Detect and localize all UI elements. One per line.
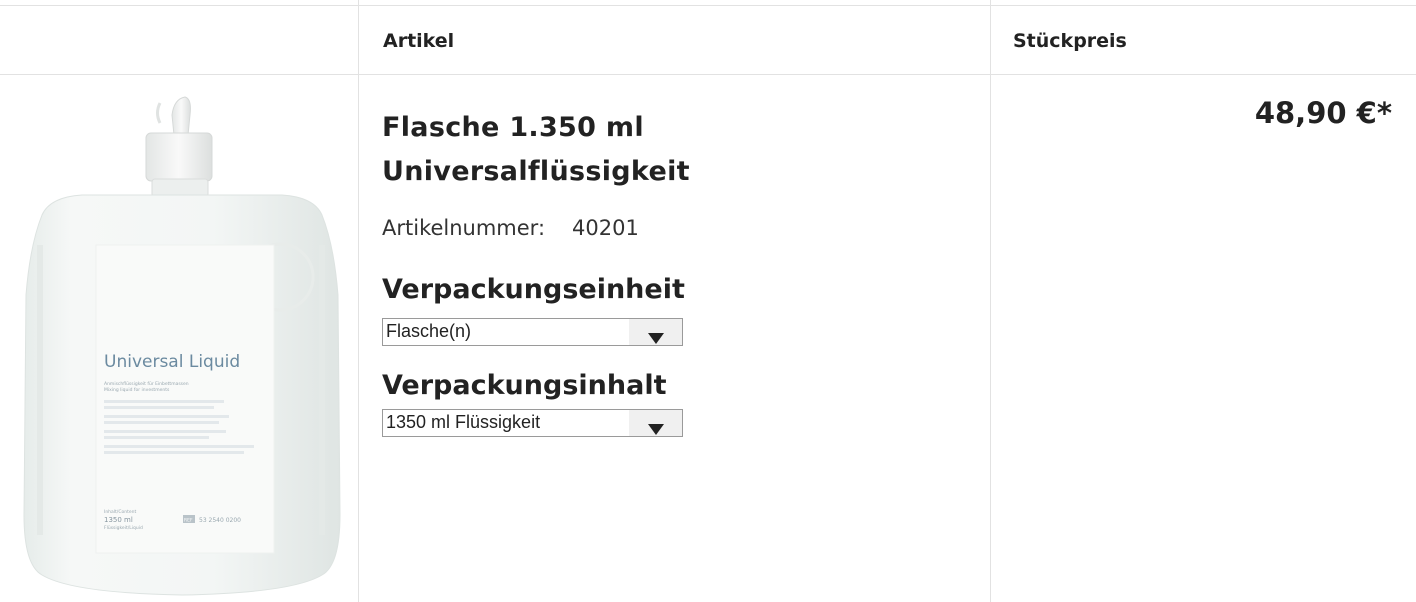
bottle-ref-badge: REF bbox=[184, 518, 193, 524]
packaging-unit-label: Verpackungseinheit bbox=[382, 274, 685, 305]
product-title-line1[interactable]: Flasche 1.350 ml bbox=[382, 112, 644, 143]
product-image[interactable]: Universal Liquid Anmischflüssigkeit für … bbox=[22, 95, 342, 600]
sku-label: Artikelnummer: bbox=[382, 216, 546, 240]
chevron-down-icon bbox=[648, 424, 664, 435]
bottle-content-label: Inhalt/Content bbox=[104, 509, 136, 515]
bottle-label-sub2: Mixing liquid for investments bbox=[104, 387, 170, 393]
packaging-content-label: Verpackungsinhalt bbox=[382, 370, 667, 401]
product-table: Artikel Stückpreis Universal Liquid Anmi… bbox=[0, 0, 1416, 602]
bottle-content-sub: Flüssigkeit/Liquid bbox=[104, 525, 143, 531]
column-header-unit-price: Stückpreis bbox=[1013, 30, 1127, 52]
column-divider bbox=[358, 0, 359, 602]
packaging-unit-selected: Flasche(n) bbox=[386, 321, 472, 341]
bottle-label-title: Universal Liquid bbox=[104, 352, 240, 372]
packaging-content-selected: 1350 ml Flüssigkeit bbox=[386, 412, 541, 432]
bottle-label-sub1: Anmischflüssigkeit für Einbettmassen bbox=[104, 381, 189, 387]
packaging-unit-select[interactable]: Flasche(n) bbox=[382, 318, 683, 346]
packaging-content-select[interactable]: 1350 ml Flüssigkeit bbox=[382, 409, 683, 437]
chevron-down-icon bbox=[648, 333, 664, 344]
sku-value: 40201 bbox=[572, 216, 639, 240]
column-divider bbox=[990, 0, 991, 602]
packaging-content-dropdown-arrow[interactable] bbox=[629, 410, 682, 436]
table-top-border bbox=[0, 5, 1416, 6]
header-divider bbox=[0, 74, 1416, 75]
product-title-line2[interactable]: Universalflüssigkeit bbox=[382, 156, 690, 187]
unit-price: 48,90 €* bbox=[1254, 96, 1392, 130]
packaging-unit-dropdown-arrow[interactable] bbox=[629, 319, 682, 345]
column-header-article: Artikel bbox=[383, 30, 455, 52]
bottle-content-value: 1350 ml bbox=[104, 516, 133, 524]
bottle-ref-value: 53 2540 0200 bbox=[199, 517, 241, 524]
